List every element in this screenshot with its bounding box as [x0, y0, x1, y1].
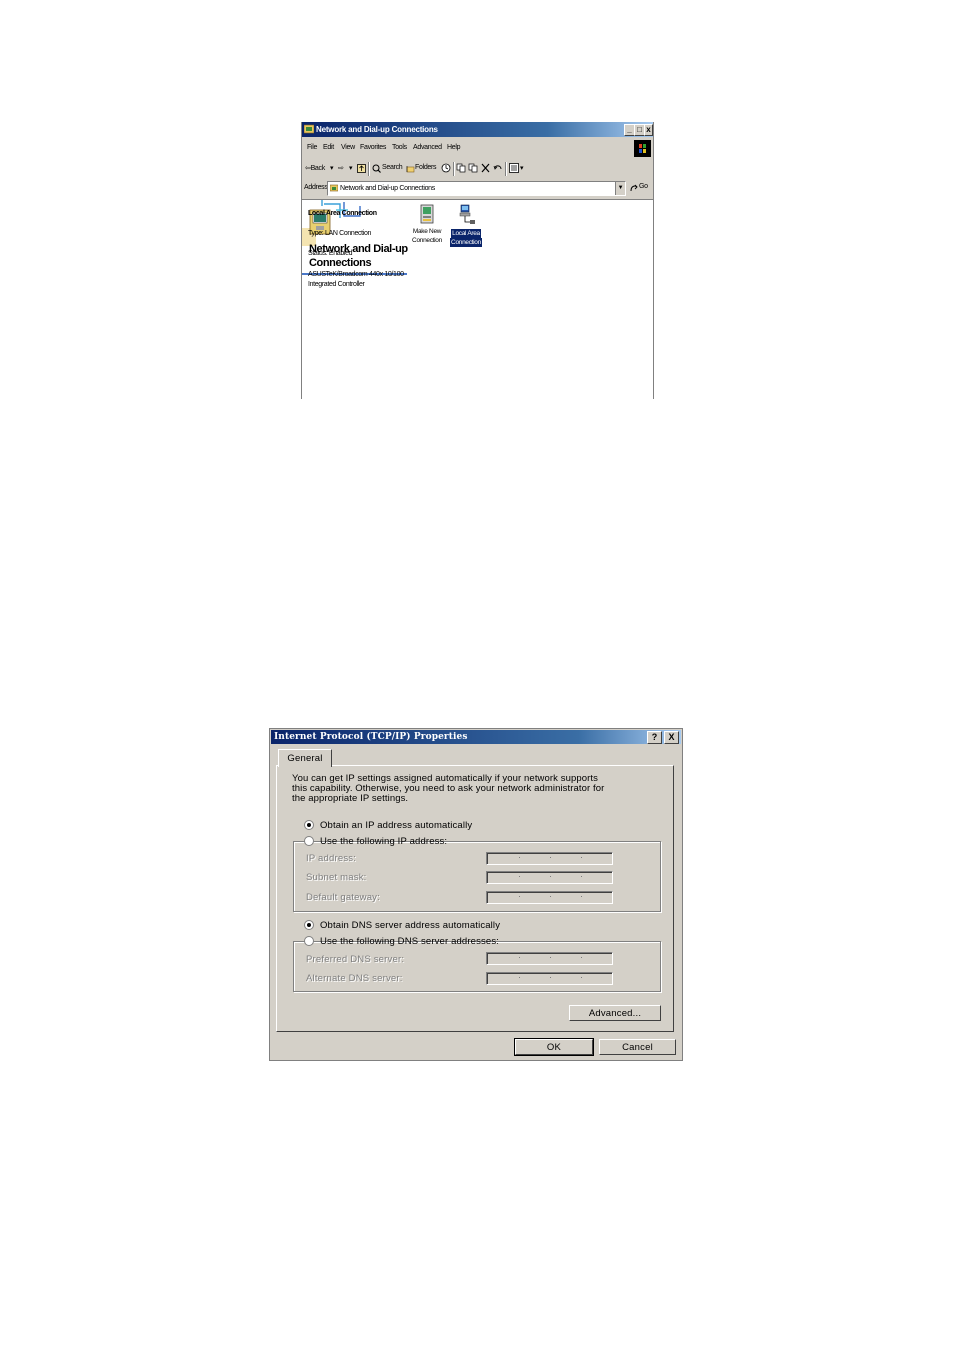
default-gateway-label: Default gateway:	[306, 892, 380, 903]
network-folder-icon	[330, 184, 338, 192]
ip-address-label: IP address:	[306, 853, 357, 864]
menu-help[interactable]: Help	[447, 144, 461, 151]
device-name: ASUSTeK/Broadcom 440x 10/100 Integrated …	[308, 271, 404, 288]
back-dropdown[interactable]: ▾	[330, 164, 334, 172]
dns-auto-label: Obtain DNS server address automatically	[320, 920, 501, 931]
menu-bar: File Edit View Favorites Tools Advanced …	[302, 137, 653, 160]
menu-favorites[interactable]: Favorites	[360, 144, 386, 151]
explorer-title-bar[interactable]: Network and Dial-up Connections _ □ x	[302, 122, 653, 137]
views-dropdown[interactable]: ▾	[520, 164, 524, 172]
standard-toolbar: ⇦Back ▾ ⇨ ▾ Search Folders ▾	[302, 159, 653, 180]
history-icon[interactable]	[441, 163, 451, 173]
up-folder-icon[interactable]	[357, 164, 366, 173]
menu-file[interactable]: File	[307, 144, 317, 151]
alternate-dns-field	[486, 972, 613, 985]
go-button[interactable]: Go	[639, 183, 648, 190]
address-bar: Address Network and Dial-up Connections …	[302, 179, 653, 200]
dns-auto-radio[interactable]	[304, 920, 314, 930]
windows-logo-icon	[634, 140, 651, 157]
dialog-title: Internet Protocol (TCP/IP) Properties	[274, 732, 468, 742]
cancel-button[interactable]: Cancel	[599, 1039, 676, 1055]
make-new-connection-icon	[420, 204, 434, 224]
menu-view[interactable]: View	[341, 144, 355, 151]
advanced-button[interactable]: Advanced...	[569, 1005, 661, 1021]
intro-text: You can get IP settings assigned automat…	[292, 773, 605, 804]
selected-connection-name: Local Area Connection	[308, 210, 377, 217]
dns-manual-radio[interactable]	[304, 936, 314, 946]
menu-edit[interactable]: Edit	[323, 144, 334, 151]
folders-button[interactable]: Folders	[415, 164, 437, 171]
subnet-mask-field	[486, 871, 613, 884]
local-area-connection[interactable]: Local Area Connection	[446, 204, 486, 247]
tcpip-properties-dialog: Internet Protocol (TCP/IP) Properties ? …	[269, 728, 683, 1061]
ip-manual-radio[interactable]	[304, 836, 314, 846]
folders-icon	[406, 166, 415, 173]
dialog-close-button[interactable]: X	[664, 731, 679, 744]
explorer-title: Network and Dial-up Connections	[316, 125, 438, 134]
undo-icon[interactable]	[493, 163, 503, 173]
close-button[interactable]: x	[644, 124, 653, 136]
menu-advanced[interactable]: Advanced	[413, 144, 442, 151]
ip-auto-radio[interactable]	[304, 820, 314, 830]
alternate-dns-label: Alternate DNS server:	[306, 973, 403, 984]
ip-manual-label: Use the following IP address:	[320, 836, 448, 847]
address-value: Network and Dial-up Connections	[340, 185, 435, 192]
help-button[interactable]: ?	[647, 731, 662, 744]
connection-type: Type: LAN Connection	[308, 230, 372, 237]
copy-to-icon[interactable]	[468, 163, 478, 173]
address-label: Address	[304, 184, 328, 191]
local-area-connection-icon	[459, 204, 475, 224]
subnet-mask-label: Subnet mask:	[306, 872, 367, 883]
ip-auto-label: Obtain an IP address automatically	[320, 820, 473, 831]
forward-dropdown[interactable]: ▾	[349, 164, 353, 172]
ip-address-field	[486, 852, 613, 865]
move-to-icon[interactable]	[456, 163, 466, 173]
go-arrow-icon	[630, 184, 638, 192]
menu-tools[interactable]: Tools	[392, 144, 407, 151]
address-input[interactable]: Network and Dial-up Connections ▼	[327, 181, 626, 196]
address-dropdown[interactable]: ▼	[615, 182, 625, 195]
preferred-dns-field	[486, 952, 613, 965]
network-folder-icon	[304, 124, 314, 134]
back-button[interactable]: ⇦Back	[305, 164, 325, 172]
default-gateway-field	[486, 891, 613, 904]
content-area: Network and Dial-up Connections Local Ar…	[302, 200, 653, 399]
ok-button[interactable]: OK	[514, 1038, 594, 1056]
delete-icon[interactable]	[481, 163, 490, 173]
make-new-connection[interactable]: Make New Connection	[407, 204, 447, 245]
network-connections-window: Network and Dial-up Connections _ □ x Fi…	[301, 122, 654, 399]
search-button[interactable]: Search	[382, 164, 403, 171]
connection-status: Status: Enabled	[308, 250, 353, 257]
forward-button[interactable]: ⇨	[338, 164, 344, 172]
dns-manual-label: Use the following DNS server addresses:	[320, 936, 500, 947]
preferred-dns-label: Preferred DNS server:	[306, 954, 405, 965]
tab-general[interactable]: General	[278, 749, 332, 767]
search-icon	[372, 164, 381, 173]
views-icon[interactable]	[509, 163, 519, 173]
dialog-title-bar[interactable]: Internet Protocol (TCP/IP) Properties ? …	[271, 730, 681, 744]
